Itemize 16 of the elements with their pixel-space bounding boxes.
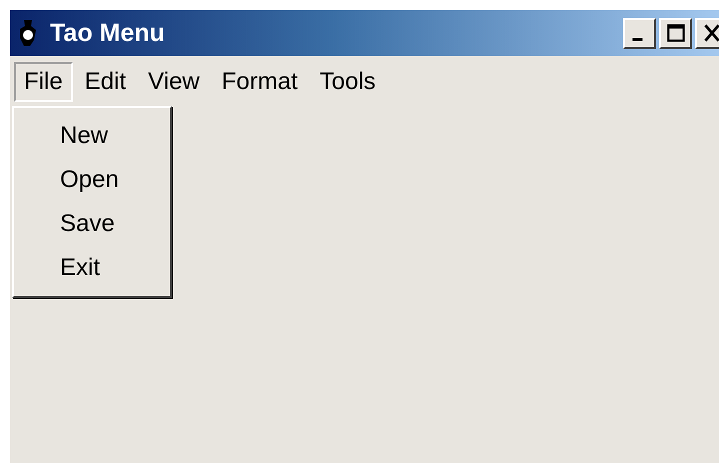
menu-item[interactable]: Tools [310,62,386,102]
menu-item[interactable]: View [138,62,210,102]
minimize-button[interactable] [623,18,656,48]
menu-option[interactable]: New [14,114,170,158]
maximize-icon [664,22,686,44]
menu-item[interactable]: Format [212,62,308,102]
menu-option[interactable]: Save [14,202,170,246]
menu-item[interactable]: File [14,62,73,102]
menu-option[interactable]: Open [14,158,170,202]
app-icon [18,20,38,46]
menu-option[interactable]: Exit [14,246,170,290]
minimize-icon [632,38,643,40]
close-button[interactable] [695,18,719,48]
maximize-button[interactable] [659,18,692,48]
menu-item[interactable]: Edit [74,62,136,102]
window-title: Tao Menu [50,18,166,48]
